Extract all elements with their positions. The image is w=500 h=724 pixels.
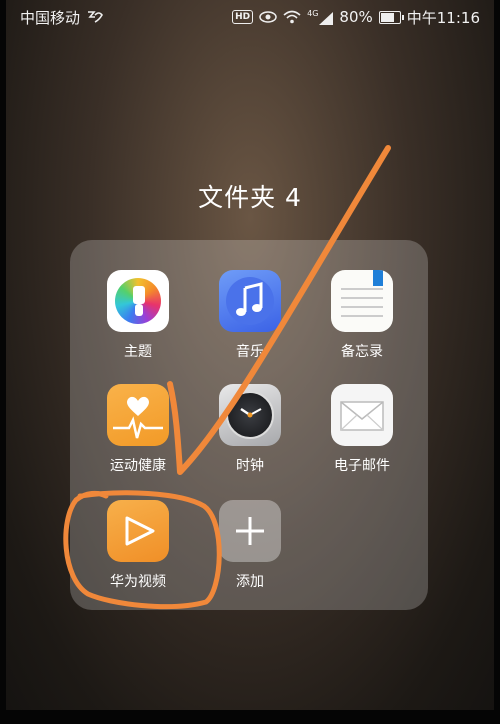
app-label: 音乐 (236, 344, 264, 360)
app-label: 电子邮件 (334, 458, 390, 474)
screen-border-bottom (0, 710, 500, 724)
video-icon (107, 500, 169, 562)
music-icon (219, 270, 281, 332)
battery-icon (378, 10, 404, 24)
memo-icon (331, 270, 393, 332)
app-label: 时钟 (236, 458, 264, 474)
app-label: 运动健康 (110, 458, 166, 474)
carrier-name: 中国移动 (20, 8, 81, 27)
app-label: 主题 (124, 344, 152, 360)
app-huawei-video[interactable]: 华为视频 (88, 500, 188, 591)
theme-icon (107, 270, 169, 332)
app-label: 添加 (236, 574, 264, 590)
network-type-label: 4G (307, 9, 319, 18)
app-clock[interactable]: 时钟 (200, 384, 300, 475)
clock-icon (219, 384, 281, 446)
notification-icon (88, 11, 103, 23)
mail-icon (331, 384, 393, 446)
battery-fill (380, 12, 395, 22)
clock-time: 中午11:16 (406, 8, 480, 27)
app-label: 华为视频 (110, 574, 166, 590)
signal-strength-icon (319, 12, 334, 25)
screen-border-left (0, 0, 6, 724)
app-label: 备忘录 (341, 344, 383, 360)
battery-percent: 80% (339, 8, 373, 26)
health-icon (107, 384, 169, 446)
folder-title[interactable]: 文件夹 4 (0, 178, 500, 214)
eye-comfort-icon (259, 11, 277, 23)
app-memo[interactable]: 备忘录 (312, 270, 412, 361)
add-icon (219, 500, 281, 562)
app-music[interactable]: 音乐 (200, 270, 300, 361)
status-bar: 中国移动 HD 4G 80% 中午11:16 (6, 0, 494, 34)
app-theme[interactable]: 主题 (88, 270, 188, 361)
hd-call-badge: HD (232, 10, 254, 24)
screen-border-right (494, 0, 500, 724)
app-mail[interactable]: 电子邮件 (312, 384, 412, 475)
app-health[interactable]: 运动健康 (88, 384, 188, 475)
add-app-button[interactable]: 添加 (200, 500, 300, 591)
wifi-icon (283, 10, 301, 24)
